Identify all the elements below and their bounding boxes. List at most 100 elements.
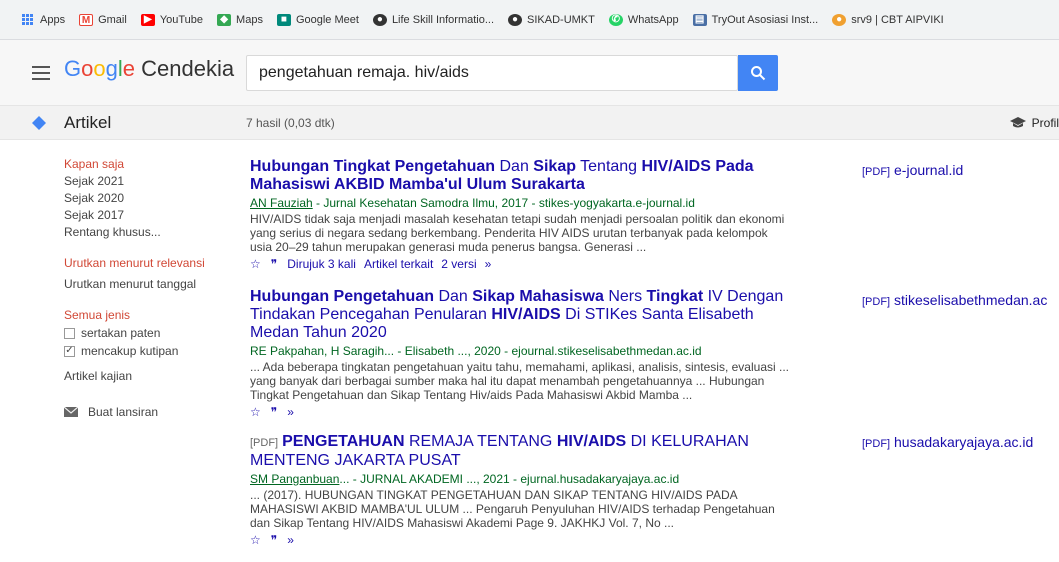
globe-icon: ●	[508, 13, 523, 26]
sort-by-date[interactable]: Urutkan menurut tanggal	[64, 276, 224, 293]
cited-by-link[interactable]: Dirujuk 3 kali	[287, 256, 356, 272]
filter-all-types[interactable]: Semua jenis	[64, 307, 224, 324]
result-actions: ☆ ❞ Dirujuk 3 kali Artikel terkait 2 ver…	[250, 256, 790, 272]
bookmark-label: Apps	[40, 13, 66, 26]
pdf-side-link[interactable]: [PDF] stikeselisabethmedan.ac	[862, 292, 1047, 308]
bookmark-gmail[interactable]: M Gmail	[79, 13, 127, 26]
result-author-link[interactable]: AN Fauziah	[250, 196, 313, 210]
logo-product-text: Cendekia	[141, 56, 235, 81]
articles-label: Artikel	[64, 113, 112, 132]
create-alert-link[interactable]: Buat lansiran	[64, 405, 224, 419]
gmail-icon: M	[79, 13, 94, 26]
cite-quote-icon[interactable]: ❞	[271, 532, 277, 548]
title-fragment: Sikap	[533, 158, 576, 175]
title-fragment: Hubungan Tingkat Pengetahuan	[250, 158, 496, 175]
bookmark-tryout[interactable]: ▤ TryOut Asosiasi Inst...	[692, 13, 819, 26]
checkbox-box	[64, 327, 75, 339]
pdf-side-link[interactable]: [PDF] husadakaryajaya.ac.id	[862, 434, 1033, 450]
pdf-tag: [PDF]	[862, 438, 891, 450]
whatsapp-icon: ✆	[608, 13, 623, 26]
bookmark-whatsapp[interactable]: ✆ WhatsApp	[608, 13, 679, 26]
title-fragment: Tentang	[575, 158, 642, 175]
star-save-icon[interactable]: ☆	[250, 404, 261, 420]
result-snippet: ... (2017). HUBUNGAN TINGKAT PENGETAHUAN…	[250, 488, 775, 530]
more-icon[interactable]: »	[287, 532, 294, 548]
bookmarks-bar: Apps M Gmail ▶ YouTube ◆ Maps ■ Google M…	[0, 0, 1059, 40]
cite-quote-icon[interactable]: ❞	[271, 404, 277, 420]
search-result: Hubungan Tingkat Pengetahuan Dan Sikap T…	[250, 158, 790, 272]
result-author-link[interactable]: SM Panganbuan	[250, 472, 339, 486]
include-citations-checkbox[interactable]: ✓ mencakup kutipan	[64, 342, 224, 360]
search-input[interactable]	[246, 55, 738, 91]
bookmark-srv9[interactable]: ● srv9 | CBT AIPVIKI	[832, 13, 944, 26]
filter-since-2020[interactable]: Sejak 2020	[64, 190, 224, 207]
profile-label: Profil	[1031, 116, 1059, 130]
filter-any-time[interactable]: Kapan saja	[64, 156, 224, 173]
bookmark-label: TryOut Asosiasi Inst...	[711, 13, 819, 26]
bookmark-sikad[interactable]: ● SIKAD-UMKT	[508, 13, 595, 26]
filter-custom-range[interactable]: Rentang khusus...	[64, 224, 224, 241]
related-articles-link[interactable]: Artikel terkait	[364, 256, 433, 272]
filter-since-2021[interactable]: Sejak 2021	[64, 173, 224, 190]
result-actions: ☆ ❞ »	[250, 404, 790, 420]
pdf-side-link[interactable]: [PDF] e-journal.id	[862, 162, 963, 178]
result-meta: RE Pakpahan, H Saragih... - Elisabeth ..…	[250, 344, 790, 359]
bookmark-label: Life Skill Informatio...	[391, 13, 495, 26]
title-fragment: Dan	[434, 288, 473, 305]
bookmark-youtube[interactable]: ▶ YouTube	[140, 13, 204, 26]
result-snippet: ... Ada beberapa tingkatan pengetahuan y…	[250, 360, 789, 402]
star-save-icon[interactable]: ☆	[250, 256, 261, 272]
bookmark-label: Gmail	[98, 13, 127, 26]
pdf-domain: husadakaryajaya.ac.id	[894, 434, 1034, 450]
meet-icon: ■	[276, 13, 291, 26]
bookmark-maps[interactable]: ◆ Maps	[217, 13, 263, 26]
title-fragment: Sikap Mahasiswa	[472, 288, 604, 305]
articles-diamond-icon	[32, 116, 46, 130]
versions-link[interactable]: 2 versi	[441, 256, 476, 272]
checkmark-icon: ✓	[64, 345, 75, 357]
logo-letter: e	[122, 56, 136, 81]
cite-quote-icon[interactable]: ❞	[271, 256, 277, 272]
result-count: 7 hasil (0,03 dtk)	[246, 116, 335, 130]
result-title-link[interactable]: [PDF] PENGETAHUAN REMAJA TENTANG HIV/AIDS…	[250, 433, 790, 470]
title-fragment: HIV/AIDS	[556, 433, 627, 450]
logo-letter: G	[64, 56, 82, 81]
results-subheader: Artikel 7 hasil (0,03 dtk) Profil	[0, 106, 1059, 140]
logo-letter: g	[105, 56, 118, 81]
search-icon	[751, 66, 766, 81]
hamburger-menu-icon[interactable]	[32, 66, 50, 80]
include-patents-checkbox[interactable]: sertakan paten	[64, 324, 224, 342]
logo-letter: o	[93, 56, 106, 81]
filter-sidebar: Kapan saja Sejak 2021 Sejak 2020 Sejak 2…	[64, 156, 224, 419]
title-fragment: HIV/AIDS	[491, 306, 561, 323]
search-result: Hubungan Pengetahuan Dan Sikap Mahasiswa…	[250, 288, 790, 420]
title-fragment: Ners	[603, 288, 647, 305]
search-button[interactable]	[738, 55, 778, 91]
bookmark-life-skill[interactable]: ● Life Skill Informatio...	[372, 13, 495, 26]
search-result: [PDF] PENGETAHUAN REMAJA TENTANG HIV/AIDS…	[250, 433, 790, 548]
bookmark-google-meet[interactable]: ■ Google Meet	[276, 13, 359, 26]
pdf-domain: e-journal.id	[894, 162, 964, 178]
star-save-icon[interactable]: ☆	[250, 532, 261, 548]
logo-letter: o	[81, 56, 94, 81]
google-scholar-logo[interactable]: Google Cendekia	[64, 56, 234, 82]
maps-icon: ◆	[217, 13, 232, 26]
bookmark-apps[interactable]: Apps	[22, 13, 66, 26]
profile-link[interactable]: Profil	[1009, 116, 1059, 130]
filter-review-articles[interactable]: Artikel kajian	[64, 368, 224, 385]
bookmark-label: Google Meet	[295, 13, 359, 26]
checkbox-label: sertakan paten	[81, 326, 161, 340]
sort-by-relevance[interactable]: Urutkan menurut relevansi	[64, 255, 224, 272]
graduation-cap-icon	[1009, 117, 1026, 128]
envelope-icon	[64, 407, 78, 417]
result-title-link[interactable]: Hubungan Tingkat Pengetahuan Dan Sikap T…	[250, 158, 790, 194]
bookmark-label: SIKAD-UMKT	[527, 13, 595, 26]
result-title-link[interactable]: Hubungan Pengetahuan Dan Sikap Mahasiswa…	[250, 288, 790, 342]
more-icon[interactable]: »	[287, 404, 294, 420]
site-icon: ●	[832, 13, 847, 26]
result-meta: SM Panganbuan... - JURNAL AKADEMI ..., 2…	[250, 472, 790, 487]
filter-since-2017[interactable]: Sejak 2017	[64, 207, 224, 224]
bookmark-label: YouTube	[159, 13, 204, 26]
more-icon[interactable]: »	[485, 256, 492, 272]
logo-google-text: Google	[64, 56, 135, 81]
